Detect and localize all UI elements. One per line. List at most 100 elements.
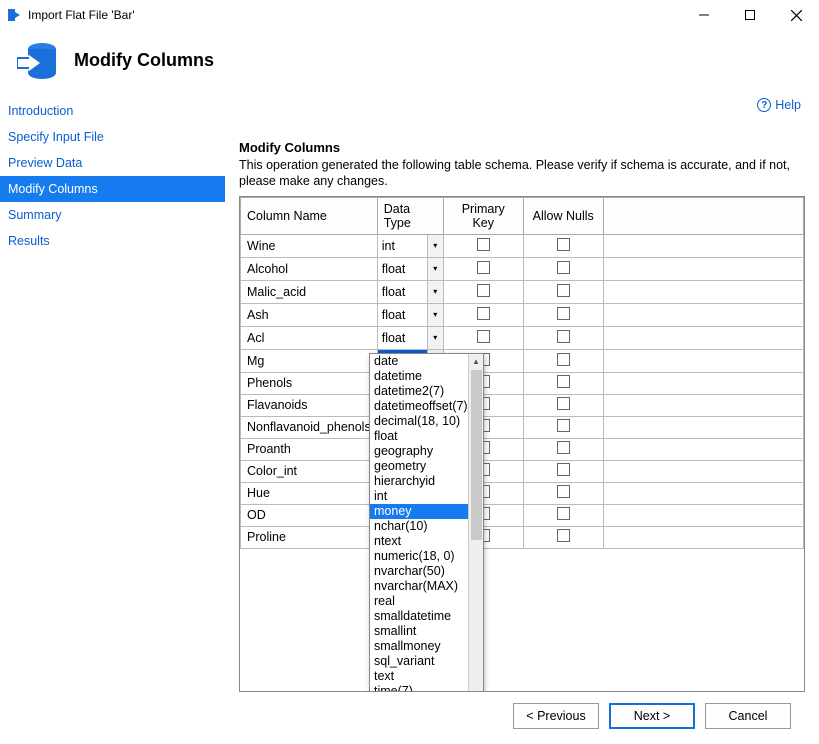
- table-row[interactable]: OD: [241, 504, 804, 526]
- cell-column-name[interactable]: Mg: [241, 349, 378, 372]
- table-row[interactable]: Proanth: [241, 438, 804, 460]
- allow-nulls-checkbox[interactable]: [557, 419, 570, 432]
- cell-data-type[interactable]: int▾: [377, 234, 443, 257]
- allow-nulls-checkbox[interactable]: [557, 375, 570, 388]
- scroll-thumb[interactable]: [471, 370, 482, 540]
- allow-nulls-checkbox[interactable]: [557, 307, 570, 320]
- cell-allow-nulls[interactable]: [523, 394, 603, 416]
- cell-column-name[interactable]: Hue: [241, 482, 378, 504]
- maximize-button[interactable]: [727, 0, 773, 30]
- allow-nulls-checkbox[interactable]: [557, 485, 570, 498]
- cell-primary-key[interactable]: [443, 257, 523, 280]
- table-row[interactable]: Mg▾: [241, 349, 804, 372]
- datatype-dropdown-button[interactable]: ▾: [427, 281, 443, 303]
- allow-nulls-checkbox[interactable]: [557, 284, 570, 297]
- dropdown-option[interactable]: real: [370, 594, 468, 609]
- table-row[interactable]: Color_int: [241, 460, 804, 482]
- dropdown-option[interactable]: smallmoney: [370, 639, 468, 654]
- dropdown-option[interactable]: money: [370, 504, 468, 519]
- cell-primary-key[interactable]: [443, 326, 523, 349]
- cancel-button[interactable]: Cancel: [705, 703, 791, 729]
- cell-allow-nulls[interactable]: [523, 303, 603, 326]
- datatype-dropdown-button[interactable]: ▾: [427, 235, 443, 257]
- dropdown-option[interactable]: nvarchar(MAX): [370, 579, 468, 594]
- table-row[interactable]: Ashfloat▾: [241, 303, 804, 326]
- primary-key-checkbox[interactable]: [477, 261, 490, 274]
- sidebar-item-specify-input-file[interactable]: Specify Input File: [0, 124, 225, 150]
- dropdown-option[interactable]: text: [370, 669, 468, 684]
- sidebar-item-results[interactable]: Results: [0, 228, 225, 254]
- cell-primary-key[interactable]: [443, 280, 523, 303]
- cell-allow-nulls[interactable]: [523, 526, 603, 548]
- cell-allow-nulls[interactable]: [523, 326, 603, 349]
- cell-column-name[interactable]: Wine: [241, 234, 378, 257]
- dropdown-option[interactable]: geometry: [370, 459, 468, 474]
- datatype-dropdown[interactable]: datedatetimedatetime2(7)datetimeoffset(7…: [369, 353, 484, 693]
- dropdown-option[interactable]: time(7): [370, 684, 468, 693]
- dropdown-option[interactable]: float: [370, 429, 468, 444]
- next-button[interactable]: Next >: [609, 703, 695, 729]
- cell-allow-nulls[interactable]: [523, 438, 603, 460]
- dropdown-option[interactable]: datetime: [370, 369, 468, 384]
- cell-column-name[interactable]: Proline: [241, 526, 378, 548]
- header-data-type[interactable]: Data Type: [377, 197, 443, 234]
- dropdown-option[interactable]: nvarchar(50): [370, 564, 468, 579]
- primary-key-checkbox[interactable]: [477, 330, 490, 343]
- cell-allow-nulls[interactable]: [523, 234, 603, 257]
- dropdown-option[interactable]: datetime2(7): [370, 384, 468, 399]
- table-row[interactable]: Flavanoids: [241, 394, 804, 416]
- cell-allow-nulls[interactable]: [523, 504, 603, 526]
- table-row[interactable]: Wineint▾: [241, 234, 804, 257]
- dropdown-option[interactable]: ntext: [370, 534, 468, 549]
- allow-nulls-checkbox[interactable]: [557, 529, 570, 542]
- cell-column-name[interactable]: Ash: [241, 303, 378, 326]
- dropdown-option[interactable]: sql_variant: [370, 654, 468, 669]
- header-allow-nulls[interactable]: Allow Nulls: [523, 197, 603, 234]
- sidebar-item-summary[interactable]: Summary: [0, 202, 225, 228]
- cell-column-name[interactable]: Proanth: [241, 438, 378, 460]
- table-row[interactable]: Hue: [241, 482, 804, 504]
- cell-allow-nulls[interactable]: [523, 372, 603, 394]
- allow-nulls-checkbox[interactable]: [557, 441, 570, 454]
- table-row[interactable]: Aclfloat▾: [241, 326, 804, 349]
- dropdown-option[interactable]: decimal(18, 10): [370, 414, 468, 429]
- cell-column-name[interactable]: Alcohol: [241, 257, 378, 280]
- cell-column-name[interactable]: Nonflavanoid_phenols: [241, 416, 378, 438]
- header-primary-key[interactable]: Primary Key: [443, 197, 523, 234]
- cell-allow-nulls[interactable]: [523, 280, 603, 303]
- dropdown-option[interactable]: datetimeoffset(7): [370, 399, 468, 414]
- close-button[interactable]: [773, 0, 819, 30]
- dropdown-option[interactable]: int: [370, 489, 468, 504]
- primary-key-checkbox[interactable]: [477, 238, 490, 251]
- sidebar-item-preview-data[interactable]: Preview Data: [0, 150, 225, 176]
- help-link[interactable]: ? Help: [757, 98, 801, 112]
- allow-nulls-checkbox[interactable]: [557, 463, 570, 476]
- table-row[interactable]: Malic_acidfloat▾: [241, 280, 804, 303]
- datatype-dropdown-button[interactable]: ▾: [427, 327, 443, 349]
- cell-data-type[interactable]: float▾: [377, 326, 443, 349]
- datatype-dropdown-button[interactable]: ▾: [427, 304, 443, 326]
- table-row[interactable]: Nonflavanoid_phenols: [241, 416, 804, 438]
- cell-primary-key[interactable]: [443, 234, 523, 257]
- minimize-button[interactable]: [681, 0, 727, 30]
- table-row[interactable]: Proline: [241, 526, 804, 548]
- dropdown-option[interactable]: smallint: [370, 624, 468, 639]
- cell-primary-key[interactable]: [443, 303, 523, 326]
- cell-allow-nulls[interactable]: [523, 460, 603, 482]
- cell-column-name[interactable]: OD: [241, 504, 378, 526]
- cell-allow-nulls[interactable]: [523, 416, 603, 438]
- cell-column-name[interactable]: Color_int: [241, 460, 378, 482]
- primary-key-checkbox[interactable]: [477, 284, 490, 297]
- cell-allow-nulls[interactable]: [523, 349, 603, 372]
- allow-nulls-checkbox[interactable]: [557, 330, 570, 343]
- datatype-dropdown-button[interactable]: ▾: [427, 258, 443, 280]
- sidebar-item-introduction[interactable]: Introduction: [0, 98, 225, 124]
- cell-column-name[interactable]: Acl: [241, 326, 378, 349]
- header-column-name[interactable]: Column Name: [241, 197, 378, 234]
- cell-allow-nulls[interactable]: [523, 257, 603, 280]
- cell-column-name[interactable]: Flavanoids: [241, 394, 378, 416]
- dropdown-option[interactable]: numeric(18, 0): [370, 549, 468, 564]
- cell-data-type[interactable]: float▾: [377, 257, 443, 280]
- dropdown-option[interactable]: hierarchyid: [370, 474, 468, 489]
- primary-key-checkbox[interactable]: [477, 307, 490, 320]
